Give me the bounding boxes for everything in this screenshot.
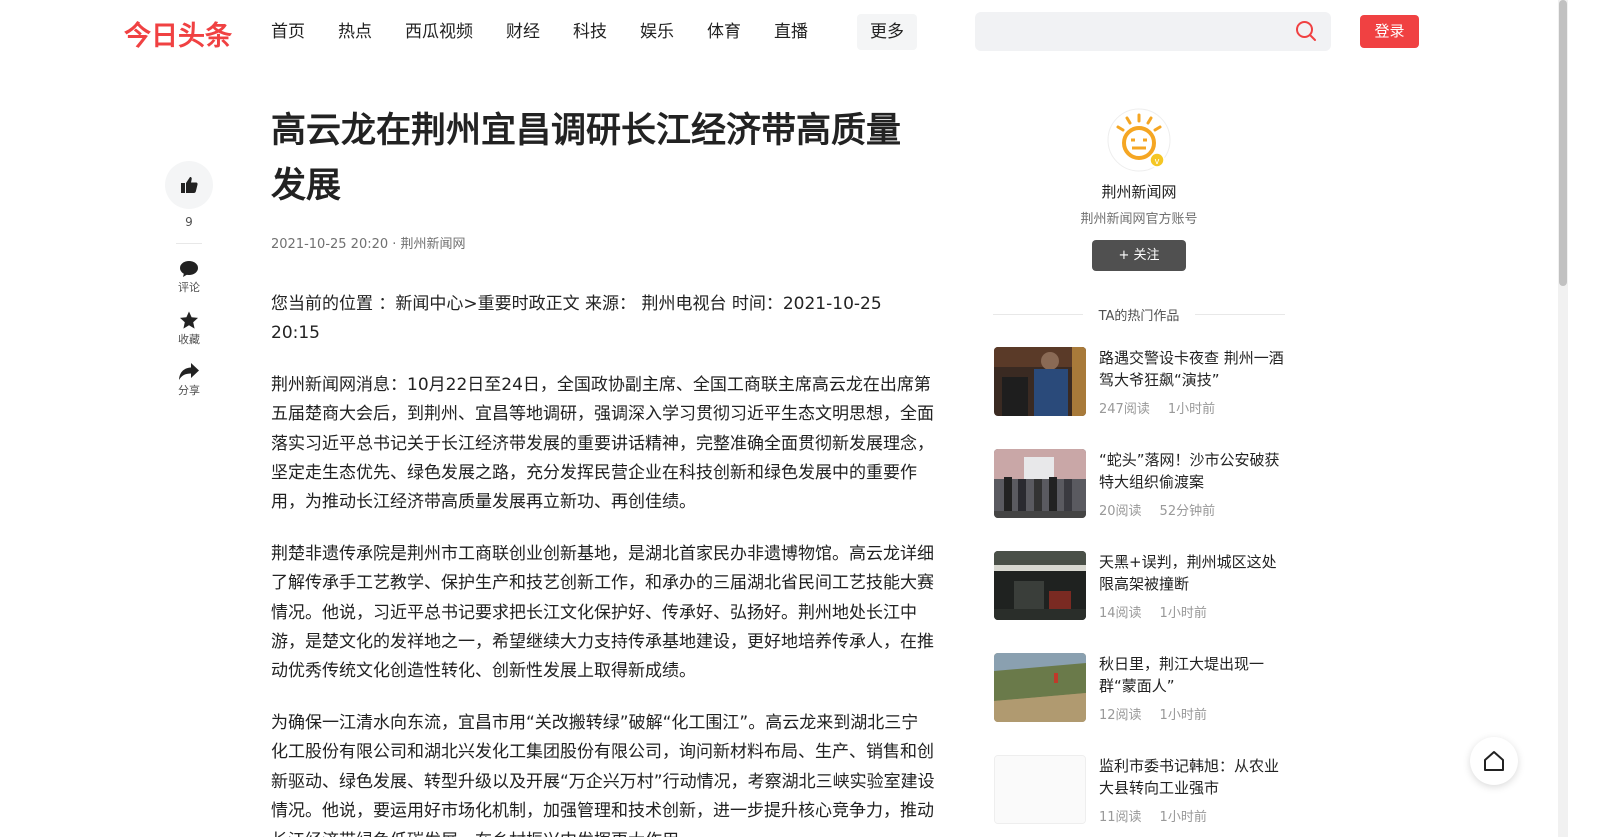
nav-item-tech[interactable]: 科技	[573, 18, 607, 46]
publish-time: 1小时前	[1159, 810, 1207, 825]
thumbnail-image[interactable]	[994, 347, 1086, 416]
list-item[interactable]: 天黑+误判，荆州城区这处限高架被撞断 14阅读 1小时前	[994, 551, 1294, 653]
publish-time: 1小时前	[1159, 708, 1207, 723]
nav-item-sports[interactable]: 体育	[707, 18, 741, 46]
top-header: 今日头条 首页 热点 西瓜视频 财经 科技 娱乐 体育 直播 更多 登录	[0, 0, 1558, 64]
collect-label: 收藏	[178, 333, 200, 346]
share-arrow-icon	[179, 363, 199, 380]
hot-works-title: TA的热门作品	[993, 305, 1285, 324]
nav-item-xigua-video[interactable]: 西瓜视频	[405, 18, 473, 46]
star-icon	[180, 311, 198, 329]
article-paragraph: 荆楚非遗传承院是荆州市工商联创业创新基地，是湖北首家民办非遗博物馆。高云龙详细了…	[271, 543, 934, 682]
nav-item-entertainment[interactable]: 娱乐	[640, 18, 674, 46]
like-button[interactable]	[165, 161, 213, 209]
author-description: 荆州新闻网官方账号	[1080, 212, 1198, 227]
read-count: 20阅读	[1099, 504, 1142, 519]
hot-item-stats: 247阅读 1小时前	[1099, 398, 1233, 417]
comment-label: 评论	[178, 281, 200, 294]
list-item[interactable]: “蛇头”落网！沙市公安破获特大组织偷渡案 20阅读 52分钟前	[994, 449, 1294, 551]
share-label: 分享	[178, 384, 200, 397]
hot-item-stats: 20阅读 52分钟前	[1099, 500, 1233, 519]
thumbnail-image[interactable]	[994, 653, 1086, 722]
nav-more-button[interactable]: 更多	[857, 14, 917, 50]
site-logo[interactable]: 今日头条	[124, 14, 232, 53]
share-button[interactable]: 分享	[165, 363, 213, 398]
hot-works-list: 路遇交警设卡夜查 荆州一酒驾大爷狂飙“演技” 247阅读 1小时前 “蛇头”落网！…	[994, 347, 1294, 837]
thumbnail-image[interactable]	[994, 449, 1086, 518]
publish-time: 52分钟前	[1159, 504, 1216, 519]
article-paragraph: 为确保一江清水向东流，宜昌市用“关改搬转绿”破解“化工围江”。高云龙来到湖北三宁…	[271, 712, 935, 837]
article-meta: 2021-10-25 20:20 · 荆州新闻网	[271, 237, 466, 252]
hot-item-title[interactable]: 监利市委书记韩旭：从农业大县转向工业强市	[1099, 755, 1289, 799]
thumbnail-image[interactable]	[994, 551, 1086, 620]
thumbnail-image[interactable]	[994, 755, 1086, 824]
scrollbar-thumb[interactable]	[1559, 0, 1567, 286]
thumbs-up-icon	[181, 177, 198, 193]
comment-bubble-icon	[180, 261, 198, 277]
article-paragraph: 荆州新闻网消息：10月22日至24日，全国政协副主席、全国工商联主席高云龙在出席…	[271, 374, 934, 513]
action-divider	[176, 243, 202, 244]
avatar[interactable]: v	[1107, 108, 1171, 172]
publish-time: 1小时前	[1159, 606, 1207, 621]
search-icon[interactable]	[1295, 20, 1317, 42]
article-main: 高云龙在荆州宜昌调研长江经济带高质量发展 2021-10-25 20:20 · …	[271, 104, 935, 837]
comment-button[interactable]: 评论	[165, 260, 213, 295]
nav-item-live[interactable]: 直播	[774, 18, 808, 46]
like-count: 9	[185, 215, 193, 229]
main-nav: 首页 热点 西瓜视频 财经 科技 娱乐 体育 直播	[271, 18, 841, 46]
follow-button[interactable]: + 关注	[1092, 240, 1186, 271]
list-item[interactable]: 路遇交警设卡夜查 荆州一酒驾大爷狂飙“演技” 247阅读 1小时前	[994, 347, 1294, 449]
hot-item-title[interactable]: “蛇头”落网！沙市公安破获特大组织偷渡案	[1099, 449, 1289, 493]
hot-item-title[interactable]: 秋日里，荆江大堤出现一群“蒙面人”	[1099, 653, 1289, 697]
nav-item-finance[interactable]: 财经	[506, 18, 540, 46]
author-card: v 荆州新闻网 荆州新闻网官方账号 + 关注	[993, 108, 1285, 271]
nav-item-hot[interactable]: 热点	[338, 18, 372, 46]
back-to-home-button[interactable]	[1470, 737, 1518, 785]
hot-item-title[interactable]: 路遇交警设卡夜查 荆州一酒驾大爷狂飙“演技”	[1099, 347, 1289, 391]
list-item[interactable]: 监利市委书记韩旭：从农业大县转向工业强市 11阅读 1小时前	[994, 755, 1294, 837]
hot-item-stats: 14阅读 1小时前	[1099, 602, 1225, 621]
home-icon	[1484, 751, 1504, 771]
list-item[interactable]: 秋日里，荆江大堤出现一群“蒙面人” 12阅读 1小时前	[994, 653, 1294, 755]
search-input[interactable]	[975, 12, 1331, 51]
author-logo-icon: v	[1107, 108, 1171, 172]
article-paragraph: 您当前的位置 ：新闻中心>重要时政正文 来源： 荆州电视台 时间：2021-10…	[271, 294, 882, 344]
hot-item-title[interactable]: 天黑+误判，荆州城区这处限高架被撞断	[1099, 551, 1289, 595]
svg-text:v: v	[1155, 156, 1160, 166]
nav-item-home[interactable]: 首页	[271, 18, 305, 46]
article-action-bar: 9 评论 收藏 分享	[165, 161, 213, 398]
article-title: 高云龙在荆州宜昌调研长江经济带高质量发展	[271, 111, 902, 206]
hot-item-stats: 11阅读 1小时前	[1099, 806, 1225, 825]
author-name[interactable]: 荆州新闻网	[993, 181, 1285, 202]
collect-button[interactable]: 收藏	[165, 311, 213, 347]
read-count: 12阅读	[1099, 708, 1142, 723]
read-count: 11阅读	[1099, 810, 1142, 825]
publish-time: 1小时前	[1167, 402, 1216, 417]
read-count: 14阅读	[1099, 606, 1142, 621]
login-button[interactable]: 登录	[1360, 15, 1419, 48]
hot-item-stats: 12阅读 1小时前	[1099, 704, 1225, 723]
read-count: 247阅读	[1099, 402, 1150, 417]
